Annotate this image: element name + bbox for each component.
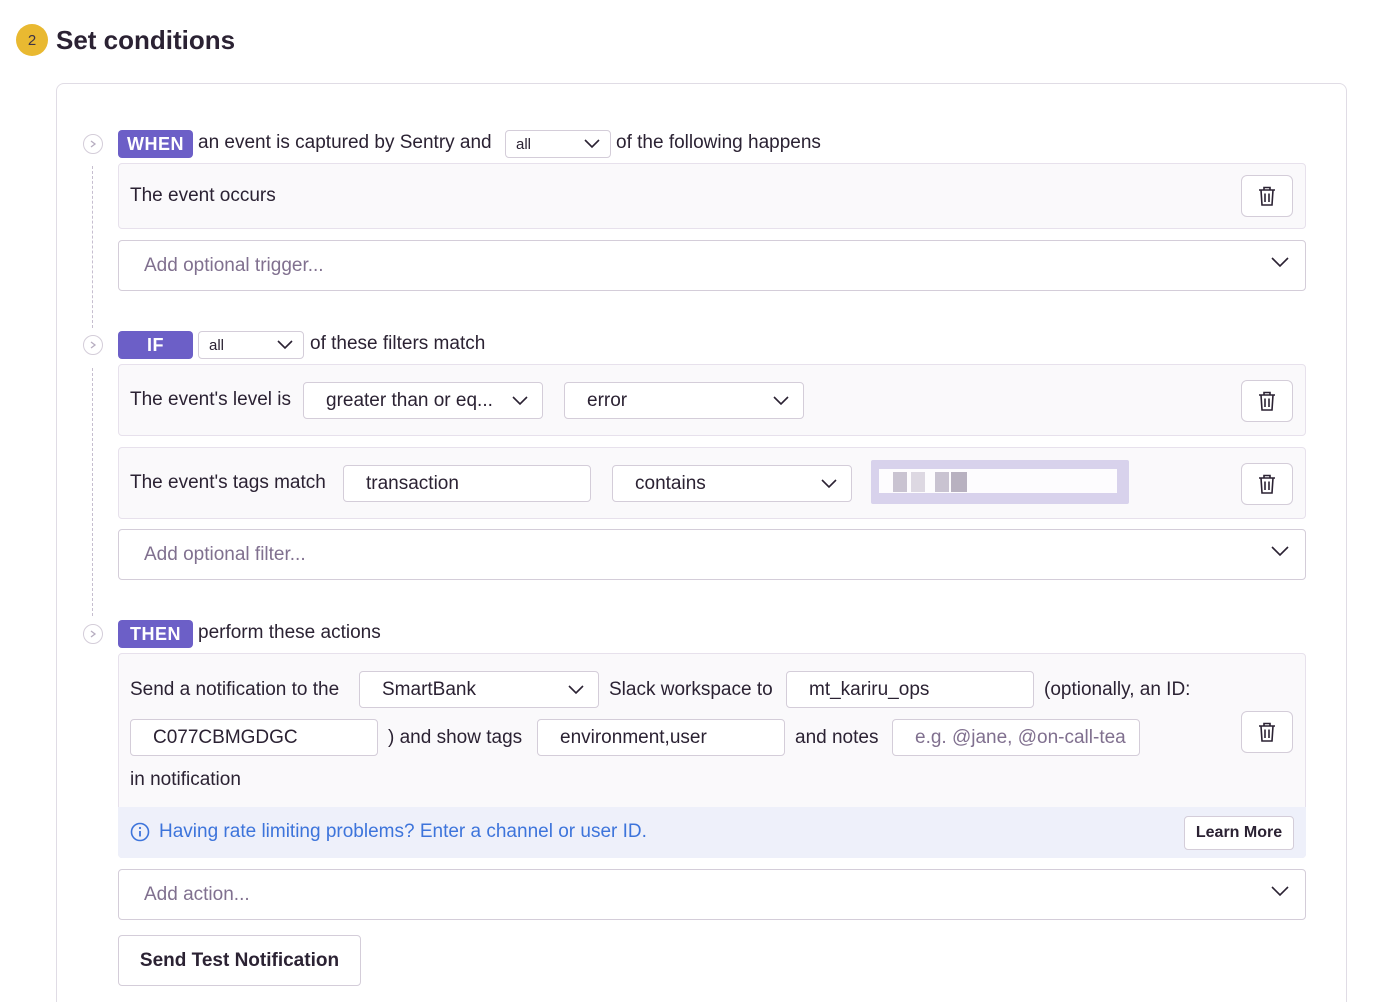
rate-limit-message: Having rate limiting problems? Enter a c… [159, 821, 647, 842]
connector-line [92, 368, 93, 616]
chevron-down-icon [1271, 886, 1289, 897]
level-filter-row: The event's level is greater than or eq.… [118, 364, 1306, 436]
if-badge: IF [118, 331, 193, 359]
tag-key-input[interactable]: transaction [343, 465, 591, 502]
slack-channel-value: mt_kariru_ops [809, 678, 930, 700]
chevron-down-icon [512, 396, 528, 406]
send-test-notification-button[interactable]: Send Test Notification [118, 935, 361, 986]
tags-filter-label: The event's tags match [130, 472, 326, 493]
delete-level-filter-button[interactable] [1241, 380, 1293, 422]
channel-id-value: C077CBMGDGC [153, 726, 298, 748]
level-operator-select[interactable]: greater than or eq... [303, 382, 543, 419]
action-label-optional: (optionally, an ID: [1044, 679, 1191, 700]
step-number-badge: 2 [16, 24, 48, 56]
delete-action-button[interactable] [1241, 711, 1293, 753]
when-badge: WHEN [118, 130, 193, 158]
trigger-label: The event occurs [130, 185, 276, 206]
add-trigger-dropdown[interactable]: Add optional trigger... [118, 240, 1306, 291]
then-suffix-text: perform these actions [198, 622, 381, 643]
slack-workspace-value: SmartBank [382, 678, 476, 700]
level-filter-label: The event's level is [130, 389, 291, 410]
connector-line [92, 166, 93, 328]
add-action-placeholder: Add action... [144, 884, 250, 905]
when-prefix-text: an event is captured by Sentry and [198, 132, 492, 153]
channel-id-input[interactable]: C077CBMGDGC [130, 719, 378, 756]
when-match-select[interactable]: all [505, 130, 611, 158]
when-match-value: all [516, 135, 532, 153]
rate-limit-info-bar: Having rate limiting problems? Enter a c… [118, 807, 1306, 858]
delete-trigger-button[interactable] [1241, 175, 1293, 217]
chevron-down-icon [773, 396, 789, 406]
add-filter-dropdown[interactable]: Add optional filter... [118, 529, 1306, 580]
delete-tags-filter-button[interactable] [1241, 463, 1293, 505]
step-chevron-icon [83, 335, 103, 355]
chevron-down-icon [277, 340, 293, 350]
show-tags-value: environment,user [560, 726, 707, 748]
action-label-end: in notification [130, 769, 241, 790]
chevron-down-icon [584, 139, 600, 149]
step-chevron-icon [83, 134, 103, 154]
trigger-row: The event occurs [118, 163, 1306, 229]
level-value-select[interactable]: error [564, 382, 804, 419]
trash-icon [1259, 474, 1275, 494]
show-tags-input[interactable]: environment,user [537, 719, 785, 756]
add-action-dropdown[interactable]: Add action... [118, 869, 1306, 920]
tag-key-value: transaction [366, 472, 459, 494]
page-title: Set conditions [56, 24, 236, 55]
step-header: 2 Set conditions [16, 24, 235, 56]
if-match-value: all [209, 336, 225, 354]
level-value: error [587, 389, 628, 411]
action-label-notes: and notes [795, 727, 879, 748]
info-icon [130, 822, 150, 842]
tag-operator-select[interactable]: contains [612, 465, 852, 502]
level-operator-value: greater than or eq... [326, 389, 493, 411]
slack-workspace-select[interactable]: SmartBank [359, 671, 599, 708]
action-label-tags: ) and show tags [388, 727, 523, 748]
chevron-down-icon [568, 685, 584, 695]
step-chevron-icon [83, 624, 103, 644]
when-suffix-text: of the following happens [616, 132, 821, 153]
then-badge: THEN [118, 620, 193, 648]
trash-icon [1259, 186, 1275, 206]
learn-more-button[interactable]: Learn More [1184, 816, 1294, 850]
chevron-down-icon [1271, 257, 1289, 268]
if-suffix-text: of these filters match [310, 333, 486, 354]
add-filter-placeholder: Add optional filter... [144, 544, 306, 565]
notes-input[interactable]: e.g. @jane, @on-call-tea [892, 719, 1140, 756]
notes-placeholder: e.g. @jane, @on-call-tea [915, 726, 1126, 748]
action-label-workspace: Slack workspace to [609, 679, 773, 700]
tag-operator-value: contains [635, 472, 706, 494]
add-trigger-placeholder: Add optional trigger... [144, 255, 324, 276]
chevron-down-icon [821, 479, 837, 489]
slack-channel-input[interactable]: mt_kariru_ops [786, 671, 1034, 708]
trash-icon [1259, 722, 1275, 742]
chevron-down-icon [1271, 546, 1289, 557]
tag-value-input-redacted[interactable] [871, 460, 1129, 504]
trash-icon [1259, 391, 1275, 411]
action-label-send: Send a notification to the [130, 679, 340, 700]
if-match-select[interactable]: all [198, 331, 304, 359]
